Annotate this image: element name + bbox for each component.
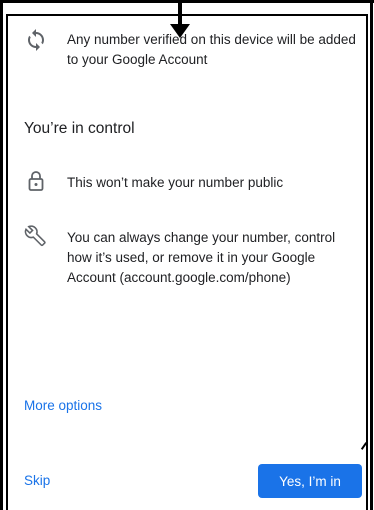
skip-button[interactable]: Skip: [24, 473, 50, 488]
frame-border-left: [0, 0, 3, 510]
more-options-link[interactable]: More options: [24, 398, 102, 413]
control-info-text: You can always change your number, contr…: [67, 230, 336, 285]
frame-border-top-inner: [6, 14, 368, 16]
frame-border-right-inner: [366, 14, 368, 510]
lock-icon: [24, 169, 48, 193]
privacy-info-text: This won’t make your number public: [67, 175, 284, 190]
arrow-down-icon: [170, 24, 190, 38]
dialog-content: Any number verified on this device will …: [10, 18, 364, 508]
frame-border-left-inner: [6, 14, 8, 510]
wrench-icon: [24, 224, 48, 248]
consent-dialog: Any number verified on this device will …: [0, 0, 374, 510]
frame-border-top: [0, 0, 374, 3]
sync-info-text: Any number verified on this device will …: [67, 32, 356, 67]
section-title: You’re in control: [24, 120, 135, 137]
sync-icon: [24, 28, 48, 52]
frame-border-right: [370, 0, 373, 510]
confirm-button[interactable]: Yes, I’m in: [258, 464, 362, 498]
